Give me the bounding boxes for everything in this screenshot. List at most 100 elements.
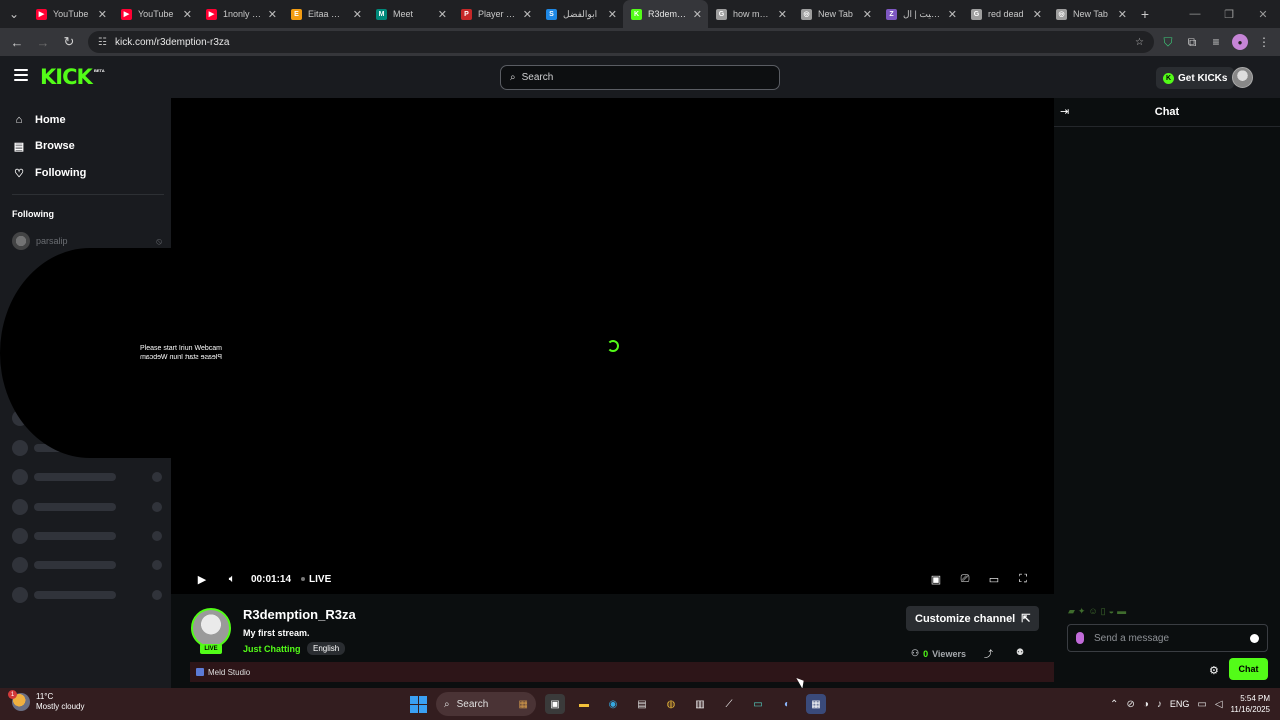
steam-icon[interactable]: ◐ (777, 694, 797, 714)
tab-close-icon[interactable]: ✕ (608, 8, 617, 21)
browser-tab[interactable]: K R3demptio ✕ (623, 0, 708, 28)
sidebar-item-home[interactable]: ⌂ Home (12, 110, 66, 130)
browser-menu-icon[interactable]: ⋮ (1254, 31, 1274, 53)
chrome-icon[interactable]: ◍ (661, 694, 681, 714)
meld-studio-icon[interactable]: ▦ (806, 694, 826, 714)
back-button[interactable]: ← (6, 31, 28, 53)
network-off-icon[interactable]: ⊘ (1126, 699, 1134, 710)
emoji-icon[interactable] (1250, 633, 1259, 643)
browser-tab[interactable]: Ghow many ✕ (708, 0, 793, 28)
tab-close-icon[interactable]: ✕ (268, 8, 277, 21)
chat-settings-gear-icon[interactable]: ⚙ (1209, 664, 1219, 677)
add-user-icon[interactable]: ⚉ (1016, 647, 1024, 658)
video-player[interactable]: ▶ 🔈︎ 00:01:14 LIVE ▣ ⎚ ▭ ⛶ (171, 98, 1054, 594)
profile-avatar[interactable]: ● (1230, 31, 1250, 53)
browser-tab[interactable]: P Player Pro ✕ (453, 0, 538, 28)
browser-tab[interactable]: ◎ New Tab ✕ (793, 0, 878, 28)
meld-studio-window-titlebar[interactable]: Meld Studio — □ ✕ (190, 662, 1190, 682)
tab-close-icon[interactable]: ✕ (1033, 8, 1042, 21)
customize-channel-button[interactable]: Customize channel ⇱ (906, 606, 1040, 631)
browser-tab[interactable]: E Eitaa Web ✕ (283, 0, 368, 28)
steam-tray-icon[interactable]: ◑ (1143, 699, 1149, 710)
extensions-puzzle-icon[interactable]: ⧉ (1182, 31, 1202, 53)
audio-app-icon[interactable]: ▥ (690, 694, 710, 714)
tab-close-icon[interactable]: ✕ (98, 8, 107, 21)
weather-desc: Mostly cloudy (36, 702, 85, 711)
tab-close-icon[interactable]: ✕ (438, 8, 447, 21)
tab-favicon-icon: K (631, 8, 642, 20)
sidebar-item-following[interactable]: ♡ Following (12, 163, 86, 183)
address-bar[interactable]: ☷ kick.com/r3demption-r3za ☆ (88, 31, 1154, 53)
share-icon[interactable]: ⤴ (984, 647, 993, 660)
play-icon[interactable]: ▶ (193, 570, 211, 588)
reload-button[interactable]: ↻ (58, 31, 80, 53)
weather-widget[interactable]: 1 11°C Mostly cloudy (8, 690, 85, 712)
site-info-icon[interactable]: ☷ (98, 37, 107, 48)
task-view-icon[interactable]: ▣ (545, 694, 565, 714)
tab-favicon-icon: ▶ (121, 8, 132, 20)
browser-tab[interactable]: ◎ New Tab ✕ (1048, 0, 1133, 28)
search-input[interactable]: ⌕ Search (500, 65, 780, 90)
file-explorer-icon[interactable]: ▬ (574, 694, 594, 714)
channel-name[interactable]: R3demption_R3za (243, 607, 356, 622)
tab-close-icon[interactable]: ✕ (863, 8, 872, 21)
volume-icon[interactable]: 🔈︎ (223, 570, 241, 588)
taskbar-search[interactable]: ⌕ Search ▦ (436, 692, 536, 716)
send-chat-button[interactable]: Chat (1229, 658, 1268, 680)
clip-icon[interactable]: ⎚ (956, 570, 974, 588)
category-link[interactable]: Just Chatting (243, 644, 301, 654)
theater-mode-icon[interactable]: ▭ (985, 570, 1003, 588)
microphone-tray-icon[interactable]: ♪ (1157, 699, 1162, 710)
tab-search-button[interactable]: ⌄ (0, 0, 28, 28)
maximize-button[interactable]: ❐ (1212, 0, 1246, 28)
new-tab-button[interactable]: + (1133, 0, 1157, 28)
terminal-app-icon[interactable]: ▭ (748, 694, 768, 714)
microphone-icon[interactable] (1076, 632, 1084, 644)
bookmark-star-icon[interactable]: ☆ (1135, 37, 1144, 48)
browser-tab[interactable]: Z زیمیت | ال ✕ (878, 0, 963, 28)
tab-close-icon[interactable]: ✕ (693, 8, 702, 21)
display-icon[interactable]: ▭ (1197, 699, 1206, 710)
browser-tab[interactable]: M Meet ✕ (368, 0, 453, 28)
input-language[interactable]: ENG (1170, 699, 1190, 709)
channel-avatar[interactable] (191, 608, 231, 648)
user-avatar[interactable] (1232, 67, 1253, 88)
volume-tray-icon[interactable]: ◁ (1215, 699, 1223, 710)
chat-message-input[interactable]: Send a message (1067, 624, 1268, 652)
stocks-app-icon[interactable]: ⟋ (719, 694, 739, 714)
live-indicator: LIVE (301, 574, 331, 585)
edge-icon[interactable]: ◉ (603, 694, 623, 714)
browser-tab[interactable]: Gred dead ✕ (963, 0, 1048, 28)
show-hidden-icons-icon[interactable]: ⌃ (1110, 699, 1118, 710)
taskbar-clock[interactable]: 5:54 PM 11/16/2025 (1231, 693, 1270, 715)
browser-tab[interactable]: ▶ 1nonly - C ✕ (198, 0, 283, 28)
extension-shield-icon[interactable]: ⛉ (1158, 31, 1178, 53)
forward-button[interactable]: → (32, 31, 54, 53)
tab-close-icon[interactable]: ✕ (183, 8, 192, 21)
webcam-overlay-text: Please start Iriun Webcam Please start I… (140, 344, 233, 362)
browser-tab[interactable]: S ابوالفضل ✕ (538, 0, 623, 28)
search-placeholder: Search (521, 72, 554, 83)
tab-close-icon[interactable]: ✕ (948, 8, 957, 21)
kick-logo[interactable]: KICK (40, 65, 93, 89)
fullscreen-icon[interactable]: ⛶ (1014, 570, 1032, 588)
kick-page: KICK BETA ⌕ Search K Get KICKs ⌂ Home ▤ … (0, 56, 1280, 688)
tab-close-icon[interactable]: ✕ (778, 8, 787, 21)
store-icon[interactable]: ▤ (632, 694, 652, 714)
language-tag[interactable]: English (307, 642, 346, 655)
minimize-button[interactable]: — (1178, 0, 1212, 28)
close-window-button[interactable]: ✕ (1246, 0, 1280, 28)
windows-start-icon[interactable] (410, 695, 427, 713)
tab-title: Meet (393, 9, 414, 19)
get-kicks-button[interactable]: K Get KICKs (1156, 67, 1235, 89)
menu-hamburger-icon[interactable] (14, 69, 28, 81)
sidebar-item-browse[interactable]: ▤ Browse (12, 136, 75, 156)
mini-player-icon[interactable]: ▣ (927, 570, 945, 588)
media-controls-icon[interactable]: ≡ (1206, 31, 1226, 53)
tab-close-icon[interactable]: ✕ (1118, 8, 1127, 21)
viewer-count: ⚇ 0 Viewers (911, 648, 966, 659)
browser-tab[interactable]: ▶ YouTube ✕ (113, 0, 198, 28)
tab-close-icon[interactable]: ✕ (353, 8, 362, 21)
tab-close-icon[interactable]: ✕ (523, 8, 532, 21)
browser-tab[interactable]: ▶ YouTube ✕ (28, 0, 113, 28)
